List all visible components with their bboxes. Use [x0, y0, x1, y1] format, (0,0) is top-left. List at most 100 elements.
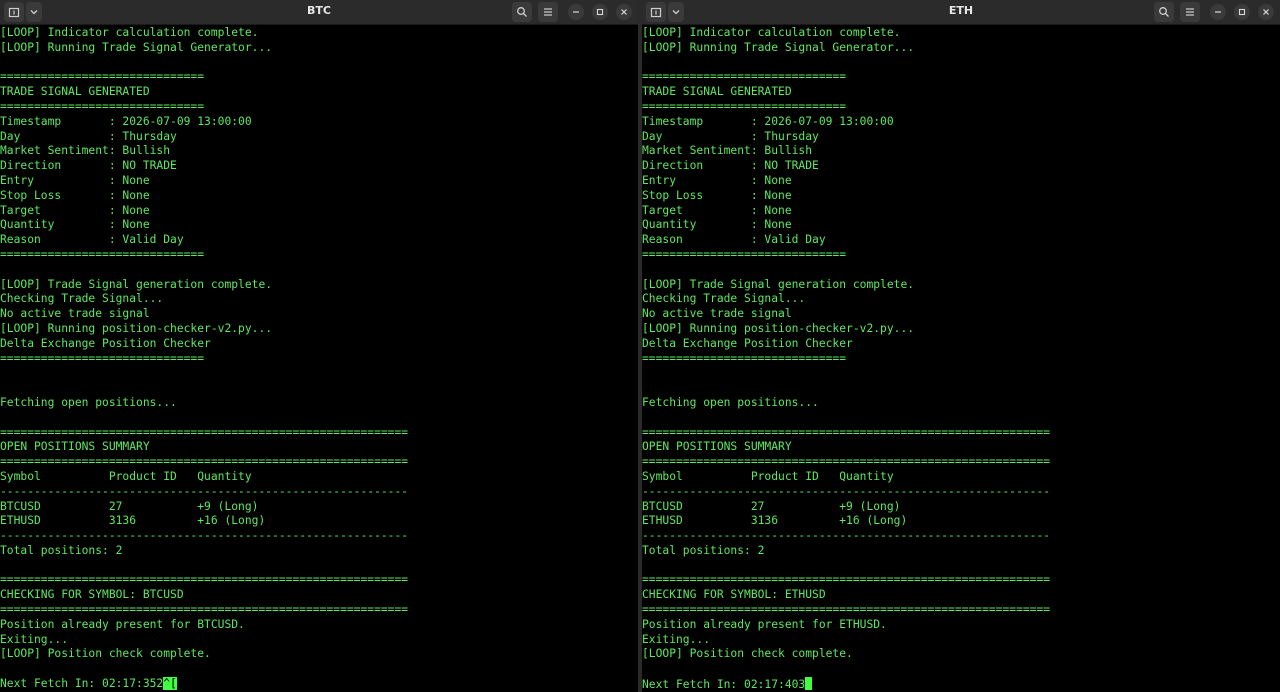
terminal-line: ========================================…	[0, 455, 409, 469]
terminal-line: ========================================…	[642, 455, 1051, 469]
terminal-line: Fetching open positions...	[0, 395, 177, 409]
terminal-line: ========================================…	[0, 603, 409, 617]
terminal-line: Direction : NO TRADE	[642, 159, 819, 173]
maximize-icon[interactable]	[1234, 4, 1250, 20]
terminal-line: Stop Loss : None	[0, 188, 150, 202]
terminal-line: Total positions: 2	[0, 543, 123, 557]
minimize-icon[interactable]	[1210, 4, 1226, 20]
terminal-line: [LOOP] Indicator calculation complete.	[0, 26, 259, 39]
terminal-line: [LOOP] Running position-checker-v2.py...	[642, 321, 915, 335]
terminal-line: ----------------------------------------…	[0, 484, 409, 498]
terminal-line: Position already present for BTCUSD.	[0, 617, 245, 631]
terminal-line: Target : None	[642, 203, 792, 217]
terminal-line: ==============================	[0, 351, 205, 365]
terminal-line: Entry : None	[0, 173, 150, 187]
next-fetch-text: Next Fetch In: 02:17:352	[0, 677, 164, 691]
hamburger-menu-icon[interactable]	[538, 2, 558, 22]
terminal-line: TRADE SIGNAL GENERATED	[642, 85, 792, 99]
terminal-line: [LOOP] Running position-checker-v2.py...	[0, 321, 273, 335]
terminal-line: [LOOP] Position check complete.	[642, 647, 853, 661]
terminal-line: ==============================	[642, 351, 847, 365]
terminal-line: Timestamp : 2026-07-09 13:00:00	[642, 114, 894, 128]
terminal-line: Entry : None	[642, 173, 792, 187]
terminal-line: Position already present for ETHUSD.	[642, 617, 887, 631]
terminal-line: ========================================…	[642, 573, 1051, 587]
terminal-line: OPEN POSITIONS SUMMARY	[642, 440, 792, 454]
terminal-line: Exiting...	[0, 632, 69, 646]
prompt-line: Next Fetch In: 02:17:352^[	[0, 677, 638, 692]
next-fetch-text: Next Fetch In: 02:17:403	[642, 678, 806, 692]
close-icon[interactable]	[616, 4, 632, 20]
search-icon[interactable]	[512, 2, 532, 22]
terminal-line: Stop Loss : None	[642, 188, 792, 202]
terminal-line: Market Sentiment: Bullish	[642, 144, 813, 158]
terminal-line: ========================================…	[0, 573, 409, 587]
terminal-line: Quantity : None	[0, 218, 150, 232]
terminal-line: ========================================…	[0, 425, 409, 439]
terminal-line: Checking Trade Signal...	[0, 292, 164, 306]
terminal-line: ----------------------------------------…	[642, 484, 1051, 498]
hamburger-menu-icon[interactable]	[1180, 2, 1200, 22]
terminal-lines: [LOOP] Indicator calculation complete. [L…	[642, 26, 1280, 677]
terminal-line: OPEN POSITIONS SUMMARY	[0, 440, 150, 454]
terminal-line: ==============================	[642, 70, 847, 84]
search-icon[interactable]	[1154, 2, 1174, 22]
terminal-line: Delta Exchange Position Checker	[0, 336, 211, 350]
terminal-line: [LOOP] Running Trade Signal Generator...	[0, 40, 273, 54]
titlebar: ETH	[642, 0, 1280, 25]
terminal-line: No active trade signal	[642, 307, 792, 321]
terminal-line: ========================================…	[642, 603, 1051, 617]
terminal-line: [LOOP] Position check complete.	[0, 647, 211, 661]
terminal-line: Delta Exchange Position Checker	[642, 336, 853, 350]
escape-chars: ^[	[163, 677, 177, 691]
terminal-line: TRADE SIGNAL GENERATED	[0, 85, 150, 99]
terminal-line: Reason : Valid Day	[642, 233, 826, 247]
terminal-line: ==============================	[642, 99, 847, 113]
terminal-line: [LOOP] Trade Signal generation complete.	[0, 277, 273, 291]
terminal-line: Day : Thursday	[0, 129, 177, 143]
minimize-icon[interactable]	[568, 4, 584, 20]
titlebar: BTC	[0, 0, 638, 25]
close-icon[interactable]	[1258, 4, 1274, 20]
terminal-line: Day : Thursday	[642, 129, 819, 143]
terminal-line: Reason : Valid Day	[0, 233, 184, 247]
terminal-output[interactable]: [LOOP] Indicator calculation complete. [L…	[642, 26, 1280, 692]
terminal-line: [LOOP] Indicator calculation complete.	[642, 26, 901, 39]
terminal-line: ----------------------------------------…	[0, 529, 409, 543]
terminal-lines: [LOOP] Indicator calculation complete. [L…	[0, 26, 638, 677]
terminal-line: ==============================	[0, 70, 205, 84]
maximize-icon[interactable]	[592, 4, 608, 20]
terminal-line: Direction : NO TRADE	[0, 159, 177, 173]
terminal-line: [LOOP] Running Trade Signal Generator...	[642, 40, 915, 54]
terminal-line: Exiting...	[642, 632, 711, 646]
terminal-window-btc[interactable]: BTC [LOOP] Indicator calculation complet…	[0, 0, 638, 692]
terminal-line: CHECKING FOR SYMBOL: ETHUSD	[642, 588, 826, 602]
terminal-line: Quantity : None	[642, 218, 792, 232]
terminal-line: No active trade signal	[0, 307, 150, 321]
terminal-line: BTCUSD 27 +9 (Long)	[642, 499, 901, 513]
terminal-line: Fetching open positions...	[642, 395, 819, 409]
terminal-window-eth[interactable]: ETH [LOOP] Indicator calculation complet…	[642, 0, 1280, 692]
terminal-line: ========================================…	[642, 425, 1051, 439]
terminal-output[interactable]: [LOOP] Indicator calculation complete. [L…	[0, 26, 638, 692]
terminal-line: Symbol Product ID Quantity	[0, 469, 252, 483]
terminal-line: Market Sentiment: Bullish	[0, 144, 171, 158]
terminal-line: Target : None	[0, 203, 150, 217]
terminal-line: ==============================	[0, 99, 205, 113]
terminal-line: Timestamp : 2026-07-09 13:00:00	[0, 114, 252, 128]
terminal-line: ----------------------------------------…	[642, 529, 1051, 543]
